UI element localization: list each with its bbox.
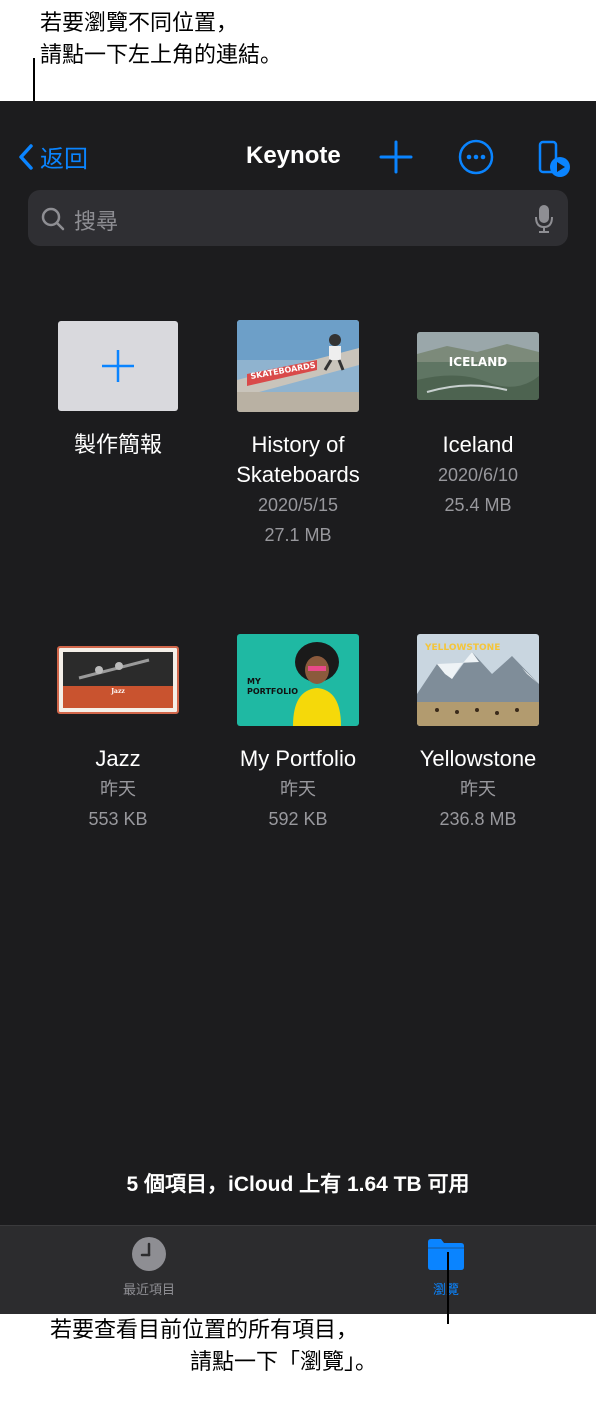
- plus-icon[interactable]: [378, 139, 414, 175]
- thumb-title: ICELAND: [449, 355, 507, 369]
- file-date: 昨天: [280, 779, 316, 799]
- back-button[interactable]: 返回: [16, 139, 88, 174]
- create-label: 製作簡報: [73, 432, 162, 457]
- file-date: 昨天: [100, 779, 136, 799]
- file-name-line1: History of: [251, 432, 345, 457]
- file-size: 236.8 MB: [439, 809, 517, 829]
- thumb-title: YELLOWSTONE: [424, 643, 500, 653]
- file-name: My Portfolio: [239, 746, 357, 771]
- create-presentation-tile[interactable]: 製作簡報: [28, 308, 208, 460]
- back-label: 返回: [40, 146, 88, 173]
- search-icon: [41, 207, 65, 231]
- callout-top-line1: 若要瀏覽不同位置，: [40, 11, 239, 36]
- file-name: History of Skateboards: [208, 430, 388, 490]
- file-name-line2: Skateboards: [236, 462, 360, 487]
- more-icon[interactable]: [458, 139, 494, 175]
- tab-bar: 最近項目 瀏覽: [0, 1225, 596, 1314]
- file-size: 553 KB: [88, 809, 148, 829]
- tab-recents[interactable]: 最近項目: [89, 1236, 209, 1298]
- file-tile[interactable]: MY PORTFOLIO My Portfolio 昨天 592 KB: [208, 622, 388, 834]
- file-size: 27.1 MB: [264, 525, 332, 545]
- storage-info: 5 個項目，iCloud 上有 1.64 TB 可用: [126, 1173, 470, 1196]
- callout-top-line2: 請點一下左上角的連結。: [40, 43, 283, 68]
- file-name: Jazz: [95, 746, 141, 771]
- file-tile[interactable]: Jazz Jazz 昨天 553 KB: [28, 622, 208, 834]
- file-thumbnail[interactable]: ICELAND: [417, 332, 539, 400]
- callout-bottom: 若要查看目前位置的所有項目， 請點一下「瀏覽」。: [50, 1315, 377, 1379]
- microphone-icon[interactable]: [534, 204, 554, 234]
- plus-icon: [102, 350, 134, 382]
- file-tile[interactable]: ICELAND Iceland 2020/6/10 25.4 MB: [388, 308, 568, 520]
- file-size: 25.4 MB: [444, 495, 512, 515]
- chevron-left-icon: [19, 143, 33, 170]
- file-name: Yellowstone: [419, 746, 537, 771]
- callout-leader-line: [447, 1252, 449, 1324]
- keynote-document-browser: 返回 Keynote 搜尋 製作簡報 SKATEBOARDS History o…: [0, 101, 596, 1314]
- thumb-title: Jazz: [110, 688, 125, 695]
- file-thumbnail[interactable]: MY PORTFOLIO: [237, 634, 359, 726]
- search-field[interactable]: 搜尋: [28, 190, 568, 246]
- create-thumbnail[interactable]: [58, 321, 178, 411]
- callout-bottom-line2: 請點一下「瀏覽」。: [190, 1350, 378, 1375]
- file-size: 592 KB: [268, 809, 328, 829]
- tab-recents-label: 最近項目: [122, 1282, 175, 1297]
- callout-top: 若要瀏覽不同位置， 請點一下左上角的連結。: [40, 8, 282, 72]
- tab-browse[interactable]: 瀏覽: [386, 1236, 506, 1298]
- folder-icon: [428, 1239, 464, 1270]
- file-date: 昨天: [460, 779, 496, 799]
- file-date: 2020/6/10: [437, 465, 519, 485]
- file-thumbnail[interactable]: YELLOWSTONE: [417, 634, 539, 726]
- search-placeholder: 搜尋: [74, 209, 119, 234]
- file-tile[interactable]: YELLOWSTONE Yellowstone 昨天 236.8 MB: [388, 622, 568, 834]
- page-title: Keynote: [246, 142, 341, 169]
- file-name: Iceland: [442, 432, 514, 457]
- play-presentation-icon[interactable]: [536, 139, 572, 179]
- tab-browse-label: 瀏覽: [432, 1282, 459, 1297]
- file-date: 2020/5/15: [257, 495, 339, 515]
- callout-bottom-line1: 若要查看目前位置的所有項目，: [50, 1318, 359, 1343]
- file-thumbnail[interactable]: SKATEBOARDS: [237, 320, 359, 412]
- clock-icon: [132, 1237, 166, 1271]
- file-thumbnail[interactable]: Jazz: [57, 646, 179, 714]
- file-tile[interactable]: SKATEBOARDS History of Skateboards 2020/…: [208, 308, 388, 550]
